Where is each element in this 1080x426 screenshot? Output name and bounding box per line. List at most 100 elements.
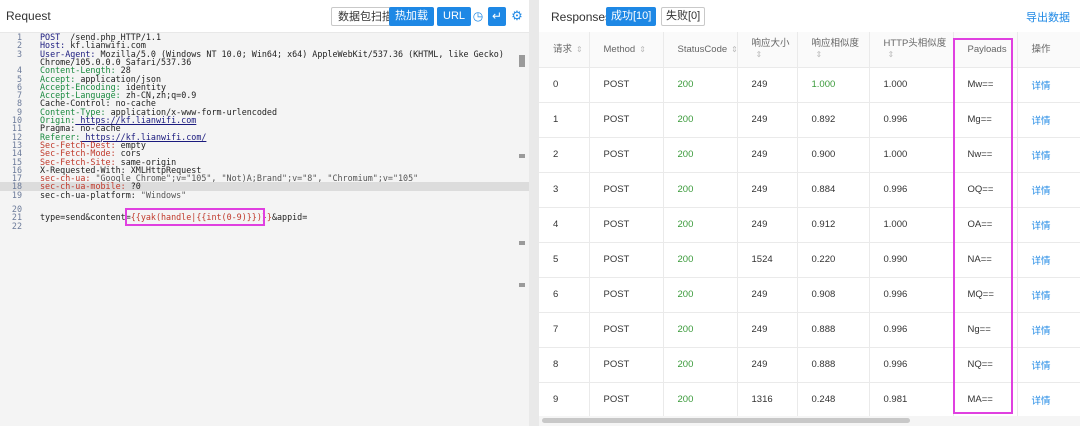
table-cell: 1.000 [869, 207, 954, 243]
table-cell: 0.900 [797, 137, 870, 173]
table-cell: 2 [539, 137, 590, 173]
table-cell: 0.996 [869, 347, 954, 383]
table-cell: 200 [663, 172, 738, 208]
line-number: 3 [16, 48, 22, 59]
table-cell: 3 [539, 172, 590, 208]
request-editor[interactable]: 1 POST /send.php HTTP/1.1 2 Host: kf.lianwi… [0, 33, 529, 426]
table-cell: POST [589, 172, 664, 208]
table-cell: 249 [737, 172, 798, 208]
column-header[interactable]: 请求 ⇕ [539, 32, 590, 68]
column-header[interactable]: HTTP头相似度⇕ [869, 32, 954, 68]
column-header[interactable]: 响应大小⇕ [737, 32, 798, 68]
line-number: 19 [11, 189, 22, 200]
table-cell: 0.220 [797, 242, 870, 278]
table-cell: 0.884 [797, 172, 870, 208]
editor-scroll-marker [519, 241, 525, 245]
table-cell: POST [589, 67, 664, 103]
editor-scroll-marker [519, 55, 525, 67]
detail-link[interactable]: 详情 [1017, 347, 1080, 383]
tab-failed[interactable]: 失败[0] [661, 7, 706, 26]
sort-icon[interactable]: ⇕ [816, 50, 823, 59]
column-header[interactable]: 响应相似度⇕ [797, 32, 870, 68]
table-cell: 0.996 [869, 102, 954, 138]
detail-link[interactable]: 详情 [1017, 67, 1080, 103]
table-cell: 0.990 [869, 242, 954, 278]
table-cell: 249 [737, 67, 798, 103]
detail-link[interactable]: 详情 [1017, 172, 1080, 208]
editor-scroll-marker [519, 283, 525, 287]
table-cell: 1.000 [869, 67, 954, 103]
table-cell: 0.912 [797, 207, 870, 243]
table-cell: 0.248 [797, 382, 870, 418]
request-panel: Request 数据包扫描 热加载 URL ◷ ↵ ⚙ 1 POST /send.… [0, 0, 529, 426]
table-cell: 200 [663, 207, 738, 243]
column-header[interactable]: StatusCode ⇕ [663, 32, 738, 68]
table-cell: 200 [663, 242, 738, 278]
table-cell: POST [589, 242, 664, 278]
table-cell: 0.981 [869, 382, 954, 418]
editor-scroll-marker [519, 154, 525, 158]
sort-icon[interactable]: ⇕ [756, 50, 763, 59]
table-cell: 200 [663, 67, 738, 103]
table-cell: 7 [539, 312, 590, 348]
export-data-link[interactable]: 导出数据 [1026, 9, 1070, 25]
detail-link[interactable]: 详情 [1017, 382, 1080, 418]
sort-icon[interactable]: ⇕ [576, 45, 583, 54]
detail-link[interactable]: 详情 [1017, 312, 1080, 348]
table-cell: 4 [539, 207, 590, 243]
detail-link[interactable]: 详情 [1017, 137, 1080, 173]
gear-icon[interactable]: ⚙ [509, 8, 525, 24]
sort-icon[interactable]: ⇕ [731, 45, 738, 54]
code-line: 19 sec-ch-ua-platform: "Windows" [0, 189, 529, 200]
table-cell: POST [589, 102, 664, 138]
table-cell: 5 [539, 242, 590, 278]
table-cell: 0 [539, 67, 590, 103]
horizontal-scrollbar[interactable] [539, 416, 1080, 426]
scrollbar-thumb[interactable] [542, 418, 910, 423]
table-cell: 200 [663, 312, 738, 348]
table-cell: POST [589, 347, 664, 383]
table-cell: 0.996 [869, 277, 954, 313]
request-title: Request [6, 9, 51, 23]
table-cell: 200 [663, 102, 738, 138]
column-header[interactable]: Method ⇕ [589, 32, 664, 68]
detail-link[interactable]: 详情 [1017, 277, 1080, 313]
table-cell: 1 [539, 102, 590, 138]
table-cell: 249 [737, 137, 798, 173]
responses-header: Responses 成功[10] 失败[0] 导出数据 [539, 0, 1080, 32]
request-header: Request 数据包扫描 热加载 URL ◷ ↵ ⚙ [0, 0, 529, 33]
table-cell: 0.888 [797, 347, 870, 383]
table-cell: 200 [663, 277, 738, 313]
table-cell: POST [589, 312, 664, 348]
table-cell: 0.996 [869, 312, 954, 348]
detail-link[interactable]: 详情 [1017, 207, 1080, 243]
detail-link[interactable]: 详情 [1017, 102, 1080, 138]
wrap-icon[interactable]: ↵ [488, 7, 506, 26]
table-cell: 0.908 [797, 277, 870, 313]
table-cell: 1316 [737, 382, 798, 418]
table-cell: 249 [737, 347, 798, 383]
responses-panel: Responses 成功[10] 失败[0] 导出数据 请求 ⇕ Method ⇕ St… [539, 0, 1080, 426]
table-cell: 200 [663, 137, 738, 173]
sort-icon[interactable]: ⇕ [888, 50, 895, 59]
line-number: 22 [11, 220, 22, 231]
line-code: sec-ch-ua-platform: "Windows" [40, 189, 187, 200]
table-cell: 0.888 [797, 312, 870, 348]
table-cell: 249 [737, 102, 798, 138]
table-cell: 1.000 [797, 67, 870, 103]
url-button[interactable]: URL [437, 7, 472, 26]
column-header: 操作 [1017, 32, 1080, 68]
table-cell: 0.892 [797, 102, 870, 138]
responses-title: Responses [551, 10, 612, 24]
hot-reload-button[interactable]: 热加载 [389, 7, 434, 26]
clock-icon[interactable]: ◷ [471, 9, 485, 23]
table-cell: 249 [737, 312, 798, 348]
table-cell: 1524 [737, 242, 798, 278]
sort-icon[interactable]: ⇕ [639, 45, 646, 54]
table-cell: 0.996 [869, 172, 954, 208]
detail-link[interactable]: 详情 [1017, 242, 1080, 278]
template-highlight-box [125, 208, 265, 227]
tab-success[interactable]: 成功[10] [606, 7, 657, 26]
table-cell: 249 [737, 277, 798, 313]
table-cell: POST [589, 382, 664, 418]
